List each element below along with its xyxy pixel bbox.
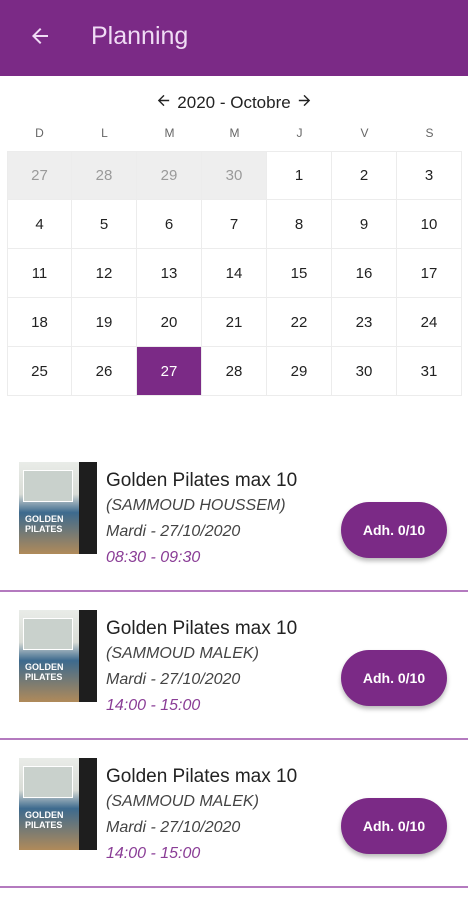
- arrow-left-icon: [155, 92, 172, 114]
- thumbnail-text: GOLDEN PILATES: [25, 810, 64, 830]
- session-list: GOLDEN PILATES Golden Pilates max 10 (SA…: [0, 444, 468, 888]
- weekday-label: L: [101, 126, 108, 140]
- calendar-day[interactable]: 13: [137, 249, 202, 298]
- calendar-day[interactable]: 5: [72, 200, 137, 249]
- back-button[interactable]: [24, 20, 56, 56]
- calendar-day[interactable]: 21: [202, 298, 267, 347]
- session-card[interactable]: GOLDEN PILATES Golden Pilates max 10 (SA…: [0, 444, 468, 592]
- calendar-day[interactable]: 19: [72, 298, 137, 347]
- calendar-day[interactable]: 23: [332, 298, 397, 347]
- thumbnail-text: GOLDEN PILATES: [25, 514, 64, 534]
- session-coach: (SAMMOUD HOUSSEM): [106, 497, 286, 514]
- adherents-button[interactable]: Adh. 0/10: [341, 502, 447, 558]
- session-time: 14:00 - 15:00: [106, 845, 201, 862]
- calendar-day[interactable]: 10: [397, 200, 462, 249]
- session-card[interactable]: GOLDEN PILATES Golden Pilates max 10 (SA…: [0, 740, 468, 888]
- calendar-day[interactable]: 30: [332, 347, 397, 396]
- divider: [0, 886, 468, 888]
- month-label: 2020 - Octobre: [177, 93, 291, 112]
- calendar-day[interactable]: 9: [332, 200, 397, 249]
- weekday-label: V: [360, 126, 369, 140]
- arrow-right-icon: [296, 92, 313, 114]
- weekday-header: D L M M J V S: [7, 126, 462, 148]
- session-coach: (SAMMOUD MALEK): [106, 645, 259, 662]
- calendar-day[interactable]: 1: [267, 151, 332, 200]
- next-month-button[interactable]: [295, 93, 315, 113]
- weekday-label: M: [164, 126, 175, 140]
- calendar-day[interactable]: 11: [7, 249, 72, 298]
- session-time: 08:30 - 09:30: [106, 549, 201, 566]
- page-title: Planning: [91, 22, 189, 50]
- calendar-day[interactable]: 14: [202, 249, 267, 298]
- session-thumbnail: GOLDEN PILATES: [19, 610, 97, 702]
- weekday-label: J: [296, 126, 303, 140]
- calendar-day[interactable]: 31: [397, 347, 462, 396]
- session-thumbnail: GOLDEN PILATES: [19, 758, 97, 850]
- weekday-label: M: [229, 126, 240, 140]
- calendar-day[interactable]: 20: [137, 298, 202, 347]
- calendar-day[interactable]: 24: [397, 298, 462, 347]
- adherents-button[interactable]: Adh. 0/10: [341, 798, 447, 854]
- session-title: Golden Pilates max 10: [106, 618, 298, 639]
- calendar-day[interactable]: 29: [267, 347, 332, 396]
- calendar-day[interactable]: 12: [72, 249, 137, 298]
- session-coach: (SAMMOUD MALEK): [106, 793, 259, 810]
- calendar-day[interactable]: 18: [7, 298, 72, 347]
- arrow-left-icon: [28, 24, 52, 53]
- calendar-day[interactable]: 15: [267, 249, 332, 298]
- thumbnail-text: GOLDEN PILATES: [25, 662, 64, 682]
- month-navigation: 2020 - Octobre: [0, 90, 468, 116]
- session-time: 14:00 - 15:00: [106, 697, 201, 714]
- weekday-label: D: [35, 126, 44, 140]
- session-card[interactable]: GOLDEN PILATES Golden Pilates max 10 (SA…: [0, 592, 468, 740]
- session-title: Golden Pilates max 10: [106, 470, 298, 491]
- session-title: Golden Pilates max 10: [106, 766, 298, 787]
- calendar-grid: 27 28 29 30 1 2 3 4 5 6 7 8 9 10 11 12 13 14 15 16 17 18 19 20 2…: [7, 151, 462, 396]
- adherents-button[interactable]: Adh. 0/10: [341, 650, 447, 706]
- weekday-label: S: [425, 126, 434, 140]
- calendar-day[interactable]: 26: [72, 347, 137, 396]
- calendar-day[interactable]: 17: [397, 249, 462, 298]
- calendar-day[interactable]: 2: [332, 151, 397, 200]
- calendar-day[interactable]: 4: [7, 200, 72, 249]
- session-thumbnail: GOLDEN PILATES: [19, 462, 97, 554]
- calendar-day[interactable]: 3: [397, 151, 462, 200]
- calendar-day[interactable]: 22: [267, 298, 332, 347]
- calendar-day[interactable]: 28: [72, 151, 137, 200]
- calendar-day[interactable]: 25: [7, 347, 72, 396]
- calendar-day[interactable]: 27: [137, 347, 202, 396]
- calendar-day[interactable]: 6: [137, 200, 202, 249]
- calendar-day[interactable]: 30: [202, 151, 267, 200]
- calendar-day[interactable]: 16: [332, 249, 397, 298]
- session-date: Mardi - 27/10/2020: [106, 819, 241, 836]
- app-bar: Planning: [0, 0, 468, 76]
- session-date: Mardi - 27/10/2020: [106, 523, 241, 540]
- previous-month-button[interactable]: [153, 93, 173, 113]
- calendar-day[interactable]: 28: [202, 347, 267, 396]
- calendar-day[interactable]: 27: [7, 151, 72, 200]
- session-date: Mardi - 27/10/2020: [106, 671, 241, 688]
- calendar-day[interactable]: 8: [267, 200, 332, 249]
- calendar-day[interactable]: 7: [202, 200, 267, 249]
- calendar-day[interactable]: 29: [137, 151, 202, 200]
